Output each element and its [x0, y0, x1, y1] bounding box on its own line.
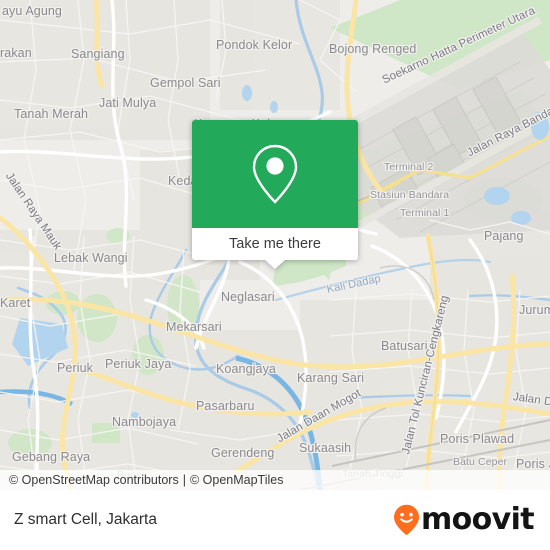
take-me-there-button[interactable]: Take me there — [192, 228, 358, 260]
osm-attribution-link[interactable]: © OpenStreetMap contributors — [9, 473, 179, 487]
map-attribution: © OpenStreetMap contributors | © OpenMap… — [0, 470, 550, 490]
footer-bar: Z smart Cell, Jakarta moovit — [0, 490, 550, 550]
map-canvas[interactable]: ayu Agung rakan Sangiang Pondok Kelor Bojong… — [0, 0, 550, 490]
moovit-wordmark: moovit — [420, 502, 535, 537]
popup-header — [192, 120, 358, 228]
map-pin-outline-icon — [252, 144, 298, 204]
openmaptiles-attribution-link[interactable]: © OpenMapTiles — [190, 473, 284, 487]
attribution-separator: | — [182, 473, 186, 487]
moovit-pin-smiley-icon — [393, 504, 419, 536]
popup-tail — [265, 260, 285, 269]
map-screen: ayu Agung rakan Sangiang Pondok Kelor Bojong… — [0, 0, 550, 550]
location-popup[interactable]: Take me there — [192, 120, 358, 269]
moovit-logo[interactable]: moovit — [393, 502, 535, 537]
take-me-there-label: Take me there — [229, 236, 321, 252]
location-title: Z smart Cell, Jakarta — [14, 511, 157, 528]
